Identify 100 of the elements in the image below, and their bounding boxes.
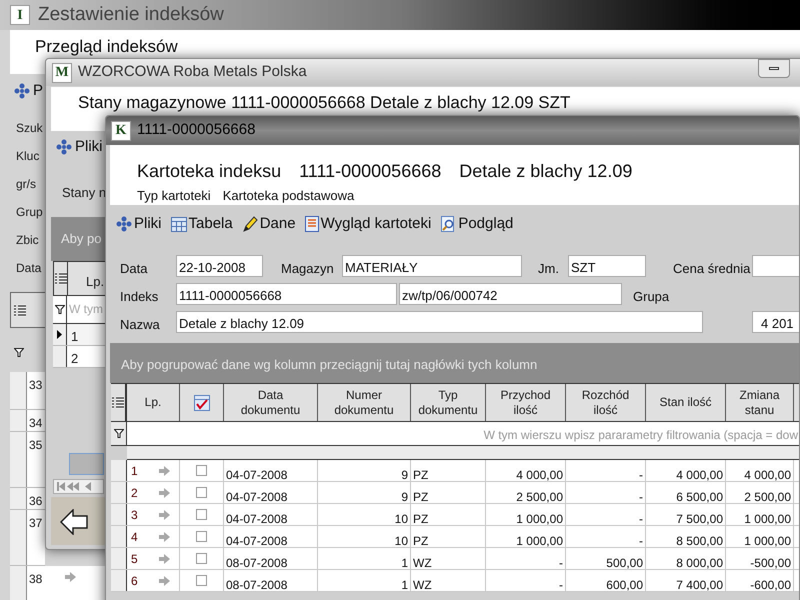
row-number: 36: [28, 493, 44, 509]
row-header[interactable]: [111, 460, 127, 481]
toolbar-button[interactable]: Podgląd: [440, 213, 514, 236]
column-header[interactable]: Typ dokumentu: [418, 388, 478, 418]
app-icon: M: [52, 62, 72, 82]
row-number: 2: [131, 484, 138, 502]
input-field[interactable]: 22-10-2008: [176, 255, 263, 277]
column-chooser-icon: [14, 305, 26, 316]
row-header[interactable]: [111, 482, 127, 503]
table-cell: 1 000,00: [744, 534, 791, 548]
grid-row[interactable]: 3 04-07-2008 10 PZ 1 000,00 - 7 500,00 1 000,00: [111, 504, 799, 526]
diamond-cluster-icon: [116, 216, 132, 232]
column-header[interactable]: Rozchód ilość: [578, 388, 633, 418]
checkbox[interactable]: [196, 465, 207, 476]
grid-row[interactable]: 33: [10, 372, 45, 410]
date-cell: 04-07-2008: [226, 534, 288, 548]
field-label: Indeks: [120, 288, 158, 306]
table-cell: 6 500,00: [676, 490, 723, 504]
input-field[interactable]: SZT: [568, 255, 646, 277]
grid-row[interactable]: 36: [10, 488, 45, 510]
table-cell: 8 000,00: [676, 556, 723, 570]
table-cell: -: [639, 512, 643, 526]
table-cell: 4 000,00: [516, 468, 563, 482]
filter-icon: [14, 348, 24, 357]
toolbar-button[interactable]: Pliki: [75, 136, 103, 158]
toolbar-button[interactable]: Dane: [242, 213, 296, 236]
minimize-button[interactable]: [758, 59, 790, 78]
row-number: 4: [131, 528, 138, 546]
row-header[interactable]: [53, 346, 67, 367]
grid-row[interactable]: 6 08-07-2008 1 WZ - 600,00 7 400,00 -600,00: [111, 570, 799, 592]
column-header[interactable]: Zmiana stanu: [738, 388, 781, 418]
table-cell: -: [639, 468, 643, 482]
input-field[interactable]: 1111-0000056668: [176, 283, 397, 305]
checkbox[interactable]: [196, 509, 207, 520]
grid-row[interactable]: 2: [53, 346, 106, 368]
page-heading: Stany magazynowe 1111-0000056668 Detale z blachy 12.09 SZT: [78, 92, 570, 114]
column-header[interactable]: Stan ilość: [659, 395, 712, 410]
filter-label: gr/s: [16, 176, 36, 193]
grid-row[interactable]: 37: [10, 510, 45, 566]
filter-label: Szuk: [16, 120, 43, 137]
row-number: 37: [28, 515, 44, 532]
checkbox[interactable]: [196, 531, 207, 542]
filter-label: Grup: [16, 204, 43, 221]
row-number: 1: [70, 328, 78, 345]
field-label: Nazwa: [120, 316, 160, 334]
toolbar-button[interactable]: Pliki: [116, 213, 162, 236]
input-field[interactable]: [752, 255, 799, 277]
toolbar-button[interactable]: Tabela: [170, 213, 233, 236]
arrow-icon: [159, 510, 170, 520]
column-header[interactable]: Przychod ilość: [498, 388, 553, 418]
input-field[interactable]: zw/tp/06/000742: [399, 283, 622, 305]
grid-row[interactable]: 2 04-07-2008 9 PZ 2 500,00 - 6 500,00 2 500,00: [111, 482, 799, 504]
grid-row[interactable]: 34: [10, 410, 45, 432]
column-header[interactable]: Lp.: [144, 395, 162, 410]
diamond-cluster-icon: [14, 83, 30, 100]
record-navigator[interactable]: [53, 479, 104, 494]
scroll-thumb[interactable]: [69, 453, 104, 475]
table-cell: -: [559, 578, 563, 592]
table-cell: 1: [401, 556, 408, 570]
table-cell: PZ: [413, 468, 428, 482]
column-header[interactable]: Lp.: [86, 272, 104, 295]
input-field[interactable]: 4 201: [752, 311, 799, 333]
table-cell: 7 400,00: [676, 578, 723, 592]
checkbox[interactable]: [196, 575, 207, 586]
window-title: 1111-0000056668: [137, 120, 256, 140]
grid-row[interactable]: 35: [10, 432, 45, 488]
column-header[interactable]: Numer dokumentu: [330, 388, 398, 418]
row-header[interactable]: [111, 548, 127, 569]
toolbar-button[interactable]: Wygląd kartoteki: [304, 213, 432, 236]
grid-row[interactable]: 5 08-07-2008 1 WZ - 500,00 8 000,00 -500,00: [111, 548, 799, 570]
table-cell: WZ: [413, 578, 432, 592]
row-header[interactable]: [111, 526, 127, 547]
row-header[interactable]: [53, 324, 67, 345]
checkbox[interactable]: [196, 553, 207, 564]
arrow-icon: [159, 532, 170, 542]
filter-label: Data: [16, 260, 42, 277]
column-header[interactable]: Data dokumentu: [236, 388, 305, 418]
field-label: Data: [120, 260, 148, 278]
grid-row[interactable]: 1 04-07-2008 9 PZ 4 000,00 - 4 000,00 4 000,00: [111, 460, 799, 482]
grid-row[interactable]: 4 04-07-2008 10 PZ 1 000,00 - 8 500,00 1 000,00: [111, 526, 799, 548]
grid-row[interactable]: 38: [10, 566, 105, 600]
arrow-icon: [65, 572, 76, 582]
input-field[interactable]: MATERIAŁY: [342, 255, 522, 277]
checkbox[interactable]: [196, 487, 207, 498]
table-cell: 500,00: [606, 556, 643, 570]
table-cell: 1 000,00: [516, 512, 563, 526]
back-arrow-icon[interactable]: [60, 509, 88, 535]
table-cell: PZ: [413, 490, 428, 504]
grid-row[interactable]: 1: [53, 324, 106, 346]
filter-hint: W tym wierszu wpisz pararametry filtrowania (spacja = dow: [484, 427, 798, 444]
column-chooser-icon: [112, 397, 124, 408]
row-number: 35: [28, 437, 44, 454]
toolbar-button[interactable]: P: [33, 80, 44, 102]
row-number: 1: [131, 462, 138, 480]
input-field[interactable]: Detale z blachy 12.09: [176, 311, 703, 333]
row-header[interactable]: [111, 570, 127, 591]
arrow-icon: [159, 488, 170, 498]
row-header[interactable]: [111, 504, 127, 525]
grid-header: [10, 292, 45, 328]
table-cell: 4 000,00: [676, 468, 723, 482]
